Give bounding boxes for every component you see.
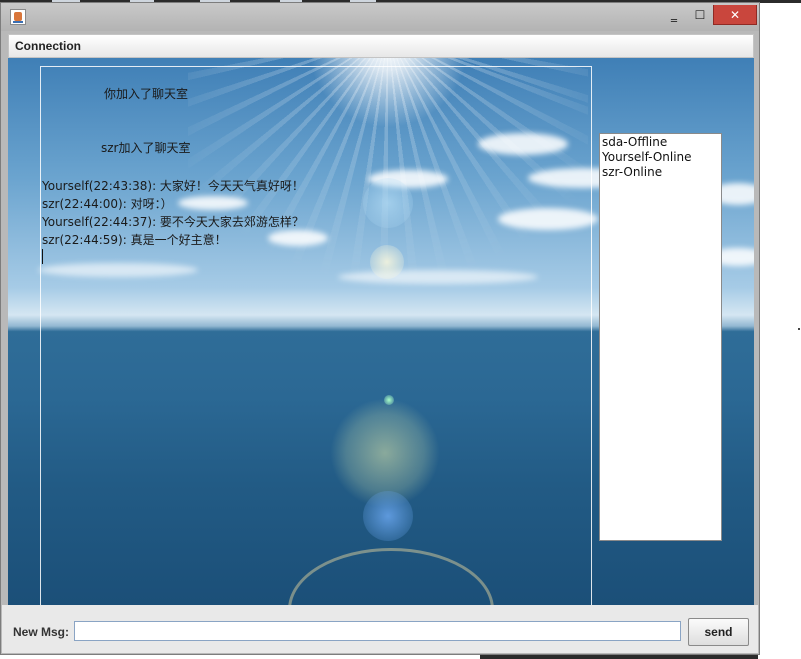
desktop-dot (798, 328, 800, 330)
chat-message: szr(22:44:00): 对呀：） (42, 197, 173, 211)
chat-message-list: Yourself(22:43:38): 大家好！今天天气真好呀！ szr(22:… (42, 177, 304, 249)
chat-message: szr(22:44:59): 真是一个好主意！ (42, 233, 227, 247)
text-caret (42, 249, 43, 264)
maximize-button[interactable]: ☐ (687, 5, 713, 25)
online-users-list[interactable]: sda-Offline Yourself-Online szr-Online (599, 133, 722, 541)
chat-message: Yourself(22:43:38): 大家好！今天天气真好呀！ (42, 179, 304, 193)
new-message-input[interactable] (74, 621, 681, 641)
close-button[interactable]: ✕ (713, 5, 757, 25)
menu-connection[interactable]: Connection (15, 39, 81, 53)
new-msg-label: New Msg: (13, 625, 70, 639)
chat-background-image: 你加入了聊天室 szr加入了聊天室 Yourself(22:43:38): 大家… (8, 58, 754, 605)
user-item[interactable]: sda-Offline (602, 135, 719, 150)
java-app-icon[interactable] (10, 9, 26, 25)
system-message: szr加入了聊天室 (101, 141, 191, 155)
chat-window: ‗ ☐ ✕ Connection 你加入了聊天室 szr加入了聊天室 Yours… (0, 2, 760, 655)
menu-bar: Connection (8, 34, 754, 58)
title-bar[interactable]: ‗ ☐ ✕ (1, 3, 759, 31)
message-bar: New Msg: send (2, 605, 758, 653)
send-button[interactable]: send (688, 618, 749, 646)
chat-message: Yourself(22:44:37): 要不今天大家去郊游怎样？ (42, 215, 304, 229)
user-item[interactable]: szr-Online (602, 165, 719, 180)
background-window-edge (480, 655, 758, 659)
user-item[interactable]: Yourself-Online (602, 150, 719, 165)
chat-text-area[interactable]: 你加入了聊天室 szr加入了聊天室 Yourself(22:43:38): 大家… (40, 66, 592, 605)
minimize-button[interactable]: ‗ (661, 5, 687, 25)
system-message: 你加入了聊天室 (104, 87, 189, 101)
